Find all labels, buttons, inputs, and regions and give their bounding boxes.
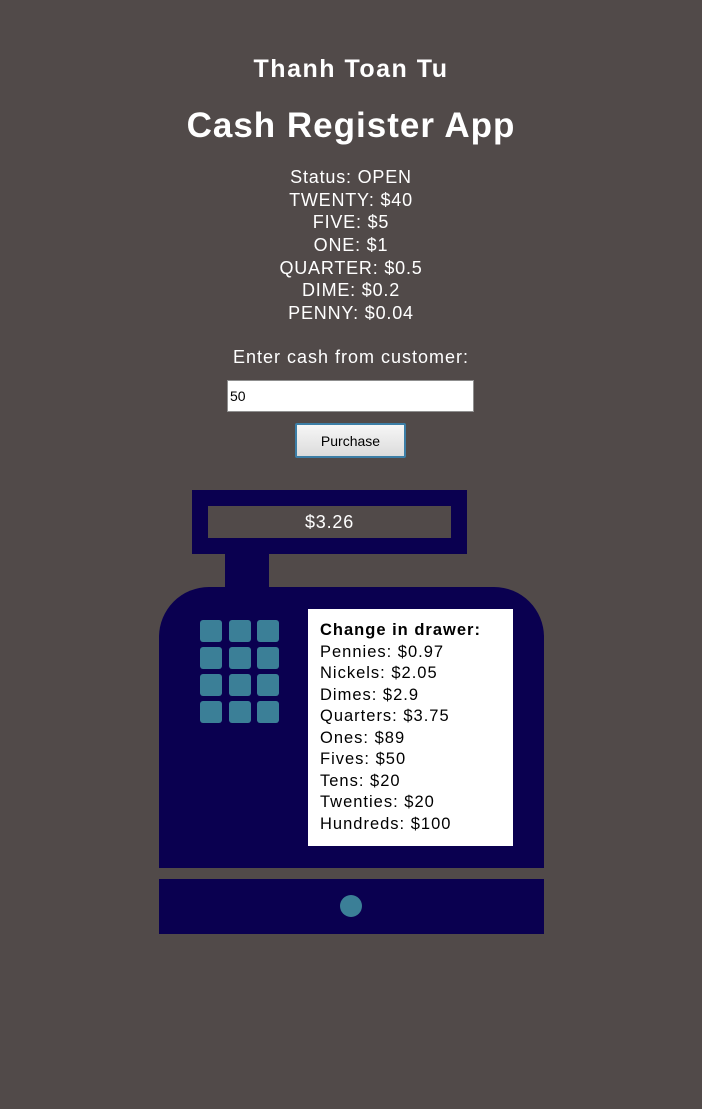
change-line: QUARTER: $0.5	[279, 257, 423, 278]
author-name: Thanh Toan Tu	[253, 55, 449, 83]
register-key	[257, 701, 279, 723]
cash-drawer-display: Change in drawer: Pennies: $0.97 Nickels…	[308, 609, 513, 846]
change-due-display: Status: OPEN TWENTY: $40 FIVE: $5 ONE: $…	[0, 166, 702, 325]
change-line: ONE: $1	[313, 235, 389, 256]
drawer-line-ones: Ones: $89	[320, 728, 406, 747]
drawer-line-quarters: Quarters: $3.75	[320, 707, 450, 725]
register-keypad	[200, 620, 279, 723]
drawer-line-nickels: Nickels: $2.05	[320, 664, 438, 682]
register-key	[200, 674, 222, 696]
cash-input-label: Enter cash from customer:	[232, 347, 470, 367]
register-key	[228, 620, 251, 642]
change-line: DIME: $0.2	[301, 280, 401, 301]
purchase-button[interactable]: Purchase	[295, 423, 406, 458]
drawer-line-dimes: Dimes: $2.9	[320, 685, 420, 704]
register-neck	[225, 553, 269, 589]
change-line: TWENTY: $40	[289, 189, 413, 210]
cash-input[interactable]	[227, 380, 474, 412]
price-screen: $3.26	[208, 506, 451, 538]
status-line: Status: OPEN	[290, 167, 412, 187]
page-title: Cash Register App	[186, 106, 516, 145]
drawer-line-hundreds: Hundreds: $100	[320, 814, 452, 833]
drawer-line-pennies: Pennies: $0.97	[320, 642, 445, 661]
register-key	[228, 647, 251, 669]
drawer-knob	[340, 895, 362, 917]
register-key	[257, 674, 279, 696]
register-key	[200, 647, 222, 669]
register-key	[228, 674, 251, 696]
register-key	[257, 647, 279, 669]
drawer-heading: Change in drawer:	[320, 621, 481, 639]
register-key	[200, 620, 222, 642]
register-key	[228, 701, 251, 723]
drawer-line-tens: Tens: $20	[320, 771, 401, 790]
register-key	[200, 701, 222, 723]
drawer-line-twenties: Twenties: $20	[320, 793, 435, 811]
drawer-line-fives: Fives: $50	[320, 750, 407, 768]
change-line: FIVE: $5	[312, 212, 390, 233]
register-key	[257, 620, 279, 642]
change-line: PENNY: $0.04	[288, 303, 414, 324]
